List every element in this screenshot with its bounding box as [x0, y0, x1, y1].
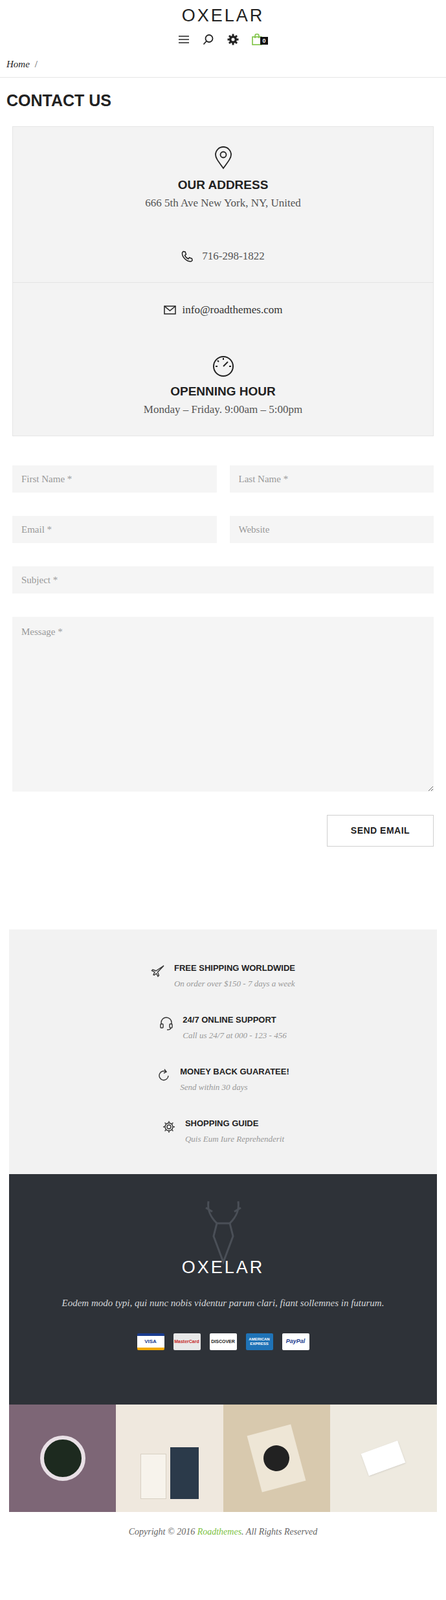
gear-icon: [161, 1119, 177, 1135]
address-title: OUR ADDRESS: [178, 177, 269, 193]
photo[interactable]: [223, 1404, 331, 1513]
hours: Monday – Friday. 9:00am – 5:00pm: [143, 401, 303, 418]
payment-card: PayPal: [282, 1333, 310, 1351]
search-icon[interactable]: [202, 33, 215, 46]
subject-input[interactable]: [12, 566, 434, 594]
phone: 716-298-1822: [201, 248, 265, 265]
headset-icon: [159, 1016, 174, 1031]
send-email-button[interactable]: SEND EMAIL: [326, 814, 434, 847]
message-input[interactable]: [12, 616, 434, 792]
feature-title: 24/7 ONLINE SUPPORT: [182, 1013, 287, 1027]
feature-subtitle: Send within 30 days: [179, 1081, 290, 1094]
feature-item: MONEY BACK GUARATEE! Send within 30 days: [156, 1065, 290, 1094]
feature-subtitle: On order over $150 - 7 days a week: [174, 977, 296, 991]
breadcrumb-home[interactable]: Home: [6, 56, 30, 72]
logo[interactable]: OXELAR: [181, 5, 265, 26]
instagram-photos: [9, 1404, 437, 1513]
location-pin-icon: [214, 146, 233, 170]
payment-methods: VISA MasterCard DISCOVER AMERICAN EXPRESS Pa…: [137, 1333, 310, 1351]
photo[interactable]: [115, 1404, 223, 1513]
site-footer: OXELAR Eodem modo typi, qui nunc nobis v…: [9, 1174, 437, 1552]
page-title: CONTACT US: [6, 90, 440, 111]
plane-icon: [150, 964, 166, 979]
breadcrumb-separator: /: [34, 56, 38, 72]
address: 666 5th Ave New York, NY, United: [144, 195, 302, 212]
footer-logo[interactable]: OXELAR: [181, 1257, 265, 1278]
brand-link[interactable]: Roadthemes: [197, 1527, 242, 1537]
last-name-input[interactable]: [229, 465, 435, 493]
breadcrumb: Home /: [0, 51, 446, 78]
mail-icon: [163, 305, 177, 315]
feature-item: SHOPPING GUIDEQuis Eum Iure Reprehenderi…: [161, 1117, 285, 1146]
copyright-suffix: . All Rights Reserved: [241, 1527, 318, 1537]
feature-subtitle: Call us 24/7 at 000 - 123 - 456: [182, 1029, 287, 1043]
website-input[interactable]: [229, 515, 435, 544]
first-name-input[interactable]: [12, 465, 217, 493]
email-input[interactable]: [12, 515, 217, 544]
payment-card: AMERICAN EXPRESS: [245, 1333, 274, 1351]
gauge-icon: [211, 354, 236, 378]
refresh-icon: [156, 1068, 171, 1083]
payment-card: MasterCard: [173, 1333, 201, 1351]
email[interactable]: info@roadthemes.com: [182, 302, 283, 318]
feature-subtitle: Quis Eum Iure Reprehenderit: [185, 1132, 285, 1146]
payment-card: DISCOVER: [209, 1333, 237, 1351]
site-header: OXELAR 0: [0, 0, 446, 52]
features: FREE SHIPPING WORLDWIDE On order over $15…: [9, 929, 437, 1175]
phone-icon: [181, 250, 193, 263]
feature-title: MONEY BACK GUARATEE!: [179, 1065, 290, 1079]
gear-icon[interactable]: [227, 33, 239, 46]
feature-item: 24/7 ONLINE SUPPORT Call us 24/7 at 000 -…: [159, 1013, 287, 1043]
payment-card: VISA: [137, 1333, 165, 1351]
photo[interactable]: [9, 1404, 116, 1513]
copyright: Copyright © 2016 Roadthemes. All Rights …: [9, 1512, 437, 1552]
photo[interactable]: [330, 1404, 437, 1513]
feature-title: SHOPPING GUIDE: [185, 1117, 285, 1131]
contact-form: SEND EMAIL: [12, 465, 434, 847]
cart-count: 0: [260, 36, 268, 45]
feature-item: FREE SHIPPING WORLDWIDE On order over $15…: [150, 961, 296, 991]
contact-info: OUR ADDRESS 666 5th Ave New York, NY, Un…: [12, 126, 434, 437]
footer-tagline: Eodem modo typi, qui nunc nobis videntur…: [49, 1295, 398, 1311]
hours-title: OPENNING HOUR: [170, 383, 276, 400]
footer-main: OXELAR Eodem modo typi, qui nunc nobis v…: [9, 1174, 437, 1405]
menu-icon[interactable]: [178, 34, 190, 45]
cart[interactable]: 0: [251, 33, 268, 46]
copyright-text: Copyright © 2016: [128, 1527, 198, 1537]
feature-title: FREE SHIPPING WORLDWIDE: [174, 961, 296, 975]
